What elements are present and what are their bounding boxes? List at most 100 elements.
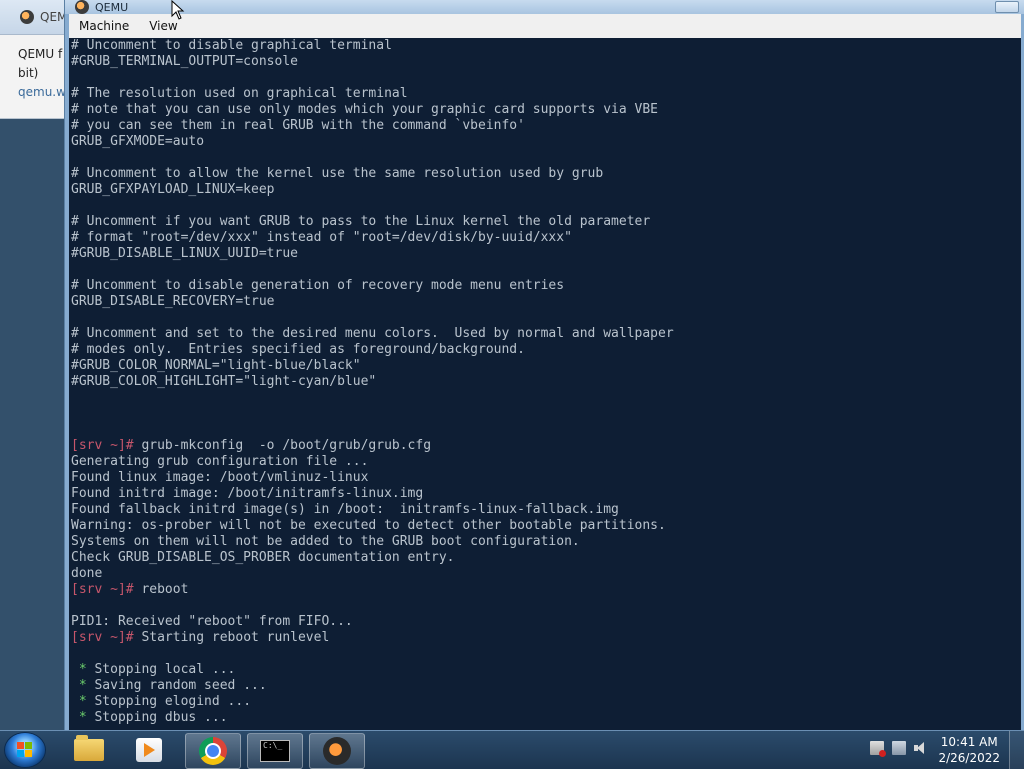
taskbar: C:\_ 10:41 AM 2/26/2022 [0,730,1024,769]
terminal-line: # Uncomment to allow the kernel use the … [71,166,674,182]
terminal-line: * Stopping elogind ... [71,694,674,710]
menu-view[interactable]: View [139,19,187,33]
status-star: * [71,710,87,725]
folder-icon [74,735,104,761]
mouse-cursor-icon [171,0,185,20]
qemu-icon [75,0,89,14]
status-star: * [71,678,87,693]
terminal-text: # Uncomment to allow the kernel use the … [71,166,604,181]
windows-logo-icon [17,742,33,758]
terminal-text: #GRUB_COLOR_NORMAL="light-blue/black" [71,358,361,373]
terminal-line: [srv ~]# grub-mkconfig -o /boot/grub/gru… [71,438,674,454]
menu-machine[interactable]: Machine [69,19,139,33]
start-button[interactable] [5,733,45,767]
terminal-line: GRUB_DISABLE_RECOVERY=true [71,294,674,310]
volume-icon[interactable] [914,741,928,755]
terminal-line: # note that you can use only modes which… [71,102,674,118]
terminal-line: # you can see them in real GRUB with the… [71,118,674,134]
qemu-titlebar[interactable]: QEMU [65,0,1024,14]
terminal-line: # Uncomment to disable generation of rec… [71,278,674,294]
terminal-line: done [71,566,674,582]
terminal-line: Found linux image: /boot/vmlinuz-linux [71,470,674,486]
terminal-text: Found linux image: /boot/vmlinuz-linux [71,470,369,485]
terminal-line: #GRUB_TERMINAL_OUTPUT=console [71,54,674,70]
action-center-flag-icon[interactable] [870,741,886,757]
taskbar-media-player[interactable] [122,733,176,767]
network-icon[interactable] [892,741,906,755]
terminal-line: Systems on them will not be added to the… [71,534,674,550]
qemu-menubar: Machine View [69,14,1021,39]
terminal-text: # note that you can use only modes which… [71,102,658,117]
terminal-line: # Uncomment and set to the desired menu … [71,326,674,342]
clock-date: 2/26/2022 [938,751,1000,765]
terminal-text: Stopping elogind ... [86,694,252,709]
terminal-text: GRUB_GFXMODE=auto [71,134,205,149]
terminal-line: # Uncomment if you want GRUB to pass to … [71,214,674,230]
terminal-line: # format "root=/dev/xxx" instead of "roo… [71,230,674,246]
shell-prompt: [srv ~]# [71,630,134,645]
terminal-line: GRUB_GFXMODE=auto [71,134,674,150]
status-star: * [71,694,87,709]
terminal-line: Generating grub configuration file ... [71,454,674,470]
terminal-text: Generating grub configuration file ... [71,454,369,469]
terminal-line: * Stopping local ... [71,662,674,678]
command-prompt-icon: C:\_ [260,740,290,762]
terminal-line: [srv ~]# reboot [71,582,674,598]
qemu-icon [323,737,351,765]
show-desktop-button[interactable] [1009,731,1024,769]
taskbar-chrome[interactable] [185,733,241,769]
terminal-text: #GRUB_TERMINAL_OUTPUT=console [71,54,298,69]
terminal-text: GRUB_GFXPAYLOAD_LINUX=keep [71,182,275,197]
terminal-text: Stopping dbus ... [86,710,228,725]
clock-time: 10:41 AM [940,735,998,749]
terminal-text: #GRUB_COLOR_HIGHLIGHT="light-cyan/blue" [71,374,377,389]
terminal-text: PID1: Received "reboot" from FIFO... [71,614,353,629]
terminal-line: PID1: Received "reboot" from FIFO... [71,614,674,630]
taskbar-qemu[interactable] [309,733,365,769]
terminal-text: Saving random seed ... [86,678,267,693]
terminal-line: #GRUB_COLOR_HIGHLIGHT="light-cyan/blue" [71,374,674,390]
status-star: * [71,662,87,677]
terminal-text: # The resolution used on graphical termi… [71,86,408,101]
terminal-text: GRUB_DISABLE_RECOVERY=true [71,294,275,309]
terminal-line: #GRUB_DISABLE_LINUX_UUID=true [71,246,674,262]
terminal-line: Warning: os-prober will not be executed … [71,518,674,534]
taskbar-command-prompt[interactable]: C:\_ [247,733,303,769]
terminal-text: Systems on them will not be added to the… [71,534,580,549]
terminal-line: * Saving random seed ... [71,678,674,694]
terminal-text: done [71,566,103,581]
terminal-line: Check GRUB_DISABLE_OS_PROBER documentati… [71,550,674,566]
terminal-line: Found fallback initrd image(s) in /boot:… [71,502,674,518]
terminal-line: # The resolution used on graphical termi… [71,86,674,102]
clock[interactable]: 10:41 AM 2/26/2022 [938,734,1000,766]
terminal-output: # Uncomment to disable graphical termina… [71,38,674,726]
terminal-text: Found fallback initrd image(s) in /boot:… [71,502,619,517]
vm-screen[interactable]: # Uncomment to disable graphical termina… [69,38,1021,730]
terminal-text: # Uncomment if you want GRUB to pass to … [71,214,651,229]
terminal-line: # Uncomment to disable graphical termina… [71,38,674,54]
terminal-text: Stopping local ... [86,662,236,677]
system-tray: 10:41 AM 2/26/2022 [864,731,1024,769]
terminal-text: Check GRUB_DISABLE_OS_PROBER documentati… [71,550,455,565]
chrome-icon [199,737,227,765]
terminal-line: [srv ~]# Starting reboot runlevel [71,630,674,646]
shell-prompt: [srv ~]# [71,582,134,597]
qemu-window: QEMU Machine View # Uncomment to disable… [64,0,1024,730]
terminal-text: Starting reboot runlevel [133,630,330,645]
minimize-button[interactable] [995,1,1019,13]
terminal-text: # you can see them in real GRUB with the… [71,118,525,133]
terminal-line: # modes only. Entries specified as foreg… [71,342,674,358]
qemu-icon [20,10,34,24]
terminal-text: # Uncomment to disable graphical termina… [71,38,392,53]
taskbar-file-explorer[interactable] [62,733,116,767]
terminal-line: Found initrd image: /boot/initramfs-linu… [71,486,674,502]
terminal-text: # modes only. Entries specified as foreg… [71,342,525,357]
